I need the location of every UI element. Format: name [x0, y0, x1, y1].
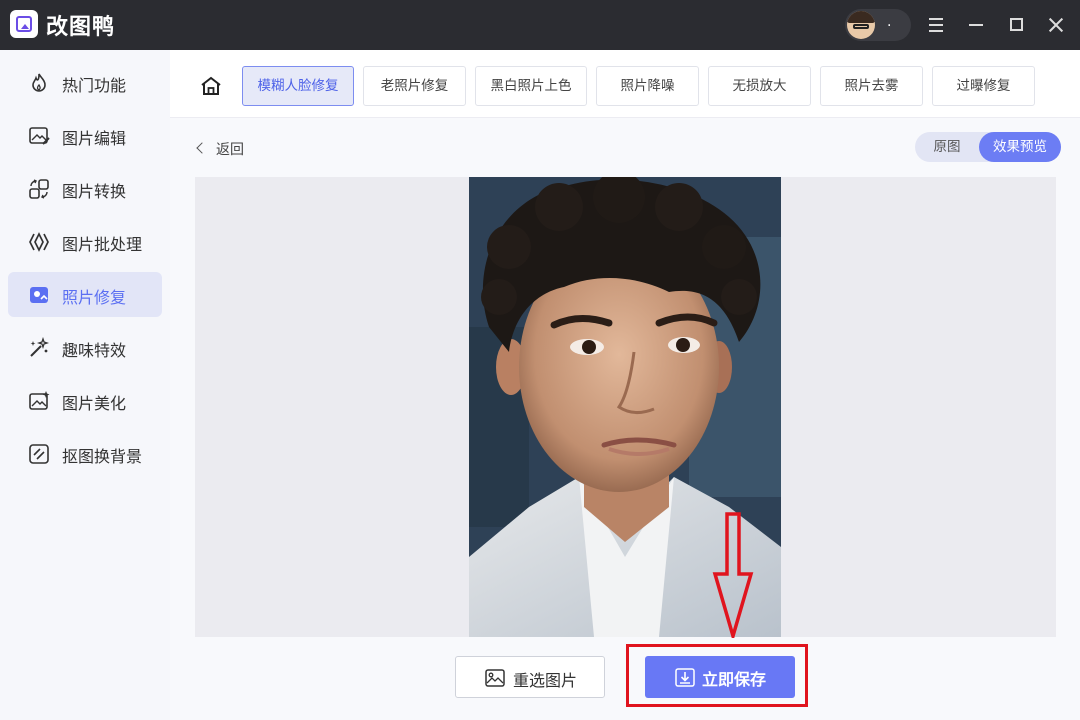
sidebar-item-batch-processing[interactable]: 图片批处理 [8, 219, 162, 264]
tab-photo-denoise[interactable]: 照片降噪 [596, 66, 699, 106]
original-view-toggle[interactable]: 原图 [915, 132, 979, 162]
avatar [847, 11, 875, 39]
home-icon[interactable] [200, 75, 222, 97]
sidebar-item-fun-effects[interactable]: 趣味特效 [8, 325, 162, 370]
sidebar-item-label: 图片编辑 [62, 129, 127, 148]
batch-icon [29, 232, 49, 252]
main-panel: 模糊人脸修复 老照片修复 黑白照片上色 照片降噪 无损放大 照片去雾 过曝修复 … [170, 50, 1080, 720]
sidebar: 热门功能 图片编辑 图片转换 图片批处理 照片修复 趣味特效 图片美化 抠图换背… [0, 50, 170, 720]
preview-canvas [195, 177, 1056, 637]
effect-preview-toggle[interactable]: 效果预览 [979, 132, 1061, 162]
close-icon[interactable] [1044, 13, 1068, 37]
app-title: 改图鸭 [46, 15, 116, 40]
sidebar-item-label: 热门功能 [62, 76, 127, 95]
tab-photo-dehaze[interactable]: 照片去雾 [820, 66, 923, 106]
view-toggle: 原图 效果预览 [915, 132, 1061, 162]
beautify-icon [29, 391, 50, 410]
tab-blurry-face-repair[interactable]: 模糊人脸修复 [242, 66, 354, 106]
sidebar-item-image-edit[interactable]: 图片编辑 [8, 113, 162, 158]
sidebar-item-label: 趣味特效 [62, 341, 127, 360]
chevron-left-icon [196, 142, 208, 154]
maximize-icon[interactable] [1004, 13, 1028, 37]
back-label: 返回 [216, 142, 244, 158]
menu-icon[interactable] [924, 13, 948, 37]
image-replace-icon [485, 669, 505, 687]
magic-wand-icon [30, 337, 50, 357]
tab-overexposure-repair[interactable]: 过曝修复 [932, 66, 1035, 106]
sidebar-item-image-convert[interactable]: 图片转换 [8, 166, 162, 211]
feature-tab-bar: 模糊人脸修复 老照片修复 黑白照片上色 照片降噪 无损放大 照片去雾 过曝修复 [170, 50, 1080, 118]
sidebar-item-label: 图片批处理 [62, 235, 143, 254]
annotation-highlight-box [626, 644, 808, 707]
minimize-icon[interactable] [964, 13, 988, 37]
flame-icon [32, 73, 46, 92]
annotation-arrow-icon [712, 512, 754, 638]
sidebar-item-photo-repair[interactable]: 照片修复 [8, 272, 162, 317]
sidebar-item-label: 照片修复 [62, 288, 127, 307]
image-edit-icon [29, 127, 50, 145]
app-logo-icon [10, 10, 38, 38]
sidebar-item-cutout-background[interactable]: 抠图换背景 [8, 431, 162, 476]
cutout-icon [29, 444, 49, 464]
tab-colorize-bw-photo[interactable]: 黑白照片上色 [475, 66, 587, 106]
sidebar-item-image-beautify[interactable]: 图片美化 [8, 378, 162, 423]
sidebar-item-label: 抠图换背景 [62, 447, 143, 466]
convert-icon [29, 179, 49, 199]
tab-lossless-upscale[interactable]: 无损放大 [708, 66, 811, 106]
reselect-image-label: 重选图片 [513, 671, 578, 690]
title-bar: 改图鸭 . [0, 0, 1080, 50]
photo-repair-icon [30, 287, 48, 303]
tab-old-photo-repair[interactable]: 老照片修复 [363, 66, 466, 106]
user-account-button[interactable]: . [845, 9, 911, 41]
sidebar-item-label: 图片美化 [62, 394, 127, 413]
sidebar-item-hot-features[interactable]: 热门功能 [8, 60, 162, 105]
sidebar-item-label: 图片转换 [62, 182, 127, 201]
reselect-image-button[interactable]: 重选图片 [455, 656, 605, 698]
user-name: . [887, 14, 892, 30]
